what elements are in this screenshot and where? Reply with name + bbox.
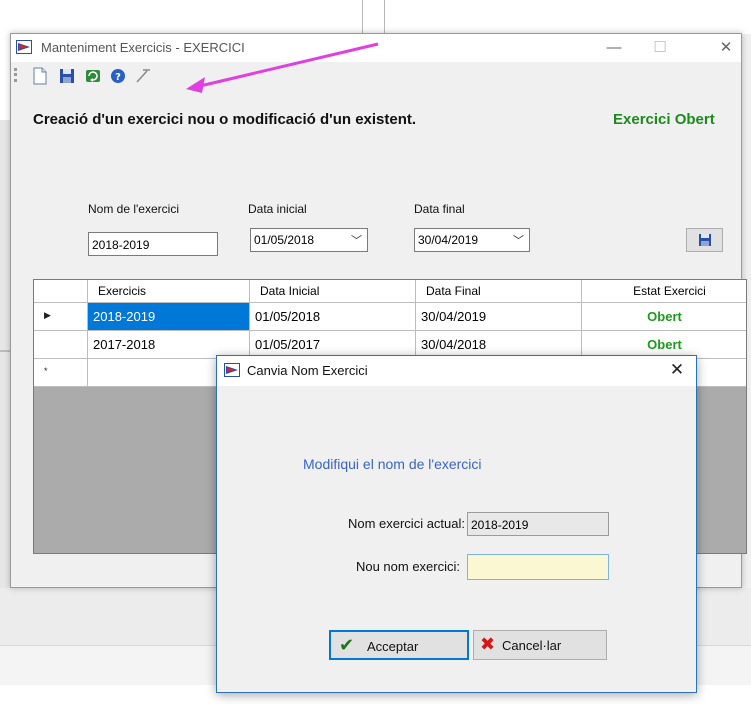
chevron-down-icon[interactable]: ﹀	[513, 232, 524, 248]
main-toolbar: ?	[11, 62, 741, 88]
close-button[interactable]: ✕	[711, 38, 741, 58]
toolbar-grip[interactable]	[14, 68, 17, 82]
new-row-icon: *	[44, 366, 48, 376]
pin-icon[interactable]	[134, 67, 152, 85]
close-icon: ✖	[480, 634, 496, 654]
new-document-icon[interactable]	[31, 67, 49, 85]
new-name-label: Nou nom exercici:	[355, 559, 460, 574]
end-date-value: 30/04/2019	[418, 233, 479, 247]
dialog-close-button[interactable]: ✕	[662, 359, 692, 381]
accept-button[interactable]: ✔ Acceptar	[329, 630, 469, 660]
name-label: Nom de l'exercici	[88, 202, 179, 216]
current-name-field: 2018-2019	[467, 512, 609, 536]
start-date-value: 01/05/2018	[254, 233, 315, 247]
cell-data-inicial[interactable]: 01/05/2018	[250, 303, 416, 331]
page-title: Creació d'un exercici nou o modificació …	[33, 111, 417, 128]
exercise-name-input[interactable]: 2018-2019	[88, 232, 218, 256]
cancel-button[interactable]: ✖ Cancel·lar	[473, 630, 607, 660]
new-name-input[interactable]	[467, 554, 609, 580]
save-icon	[699, 234, 711, 246]
background-window-edge	[0, 120, 10, 590]
column-header-data-final[interactable]: Data Final	[416, 280, 582, 303]
main-window-title: Manteniment Exercicis - EXERCICI	[41, 40, 245, 55]
dialog-title: Canvia Nom Exercici	[247, 363, 368, 378]
accept-button-label: Acceptar	[367, 639, 419, 654]
exercise-status-label: Exercici Obert	[613, 111, 715, 128]
start-date-picker[interactable]: 01/05/2018 ﹀	[250, 228, 368, 252]
cell-estat[interactable]: Obert	[582, 303, 746, 331]
save-button[interactable]	[686, 228, 723, 252]
row-header[interactable]: ▶	[34, 303, 88, 331]
minimize-button[interactable]: —	[599, 38, 629, 58]
app-icon	[16, 40, 32, 54]
column-header-data-inicial[interactable]: Data Inicial	[250, 280, 416, 303]
current-name-label: Nom exercici actual:	[347, 516, 465, 531]
dialog-titlebar[interactable]: Canvia Nom Exercici ✕	[217, 356, 696, 386]
column-header-estat[interactable]: Estat Exercici	[582, 280, 746, 303]
refresh-icon[interactable]	[84, 67, 102, 85]
row-header[interactable]: *	[34, 359, 88, 387]
current-row-icon: ▶	[44, 310, 51, 320]
rename-dialog: Canvia Nom Exercici ✕ Modifiqui el nom d…	[216, 355, 697, 693]
start-date-label: Data inicial	[248, 202, 307, 216]
cell-data-final[interactable]: 30/04/2019	[416, 303, 582, 331]
svg-text:?: ?	[115, 72, 121, 83]
help-icon[interactable]: ?	[109, 67, 127, 85]
check-icon: ✔	[339, 635, 355, 655]
cell-exercici[interactable]: 2018-2019	[88, 303, 250, 331]
background-divider	[362, 0, 363, 34]
column-header-exercicis[interactable]: Exercicis	[88, 280, 250, 303]
end-date-label: Data final	[414, 202, 465, 216]
maximize-button[interactable]: ☐	[645, 38, 675, 58]
background-divider	[384, 0, 385, 34]
table-row[interactable]: ▶ 2018-2019 01/05/2018 30/04/2019 Obert	[34, 303, 746, 331]
end-date-picker[interactable]: 30/04/2019 ﹀	[414, 228, 530, 252]
chevron-down-icon[interactable]: ﹀	[351, 232, 362, 248]
main-titlebar[interactable]: Manteniment Exercicis - EXERCICI — ☐ ✕	[11, 34, 741, 62]
background-divider	[0, 350, 10, 352]
grid-header-row: Exercicis Data Inicial Data Final Estat …	[34, 280, 746, 303]
grid-corner[interactable]	[34, 280, 88, 303]
cancel-button-label: Cancel·lar	[502, 638, 562, 653]
dialog-message: Modifiqui el nom de l'exercici	[303, 456, 482, 472]
row-header[interactable]	[34, 331, 88, 359]
save-icon[interactable]	[58, 67, 76, 85]
app-icon	[224, 363, 240, 377]
